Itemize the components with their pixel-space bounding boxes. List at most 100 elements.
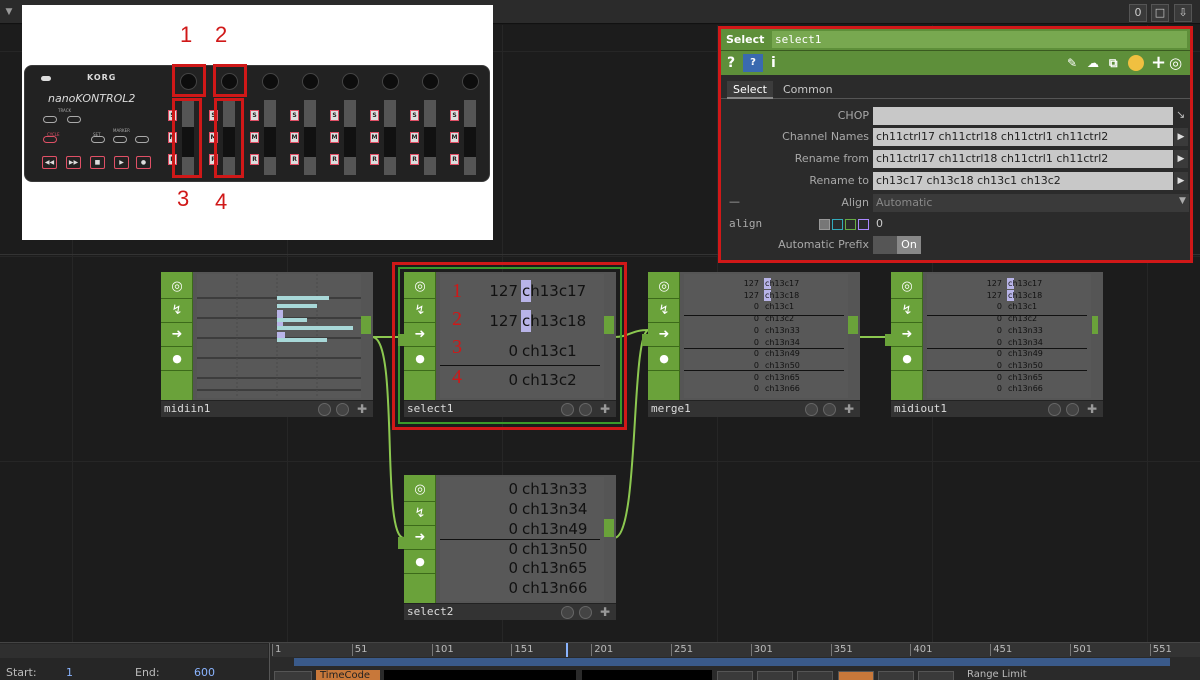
channel-value: 0: [996, 337, 1002, 347]
bypass-flag-icon[interactable]: ➜: [898, 326, 916, 344]
expand-node-icon[interactable]: ✚: [844, 402, 854, 416]
channel-row: 127 ch13c18: [440, 310, 600, 332]
channel-row: 0 ch13n49: [684, 348, 844, 359]
lock-flag-icon[interactable]: ●: [655, 350, 673, 368]
frame-field[interactable]: [582, 670, 712, 680]
channel-value: 0: [753, 302, 759, 312]
bypass-toggle-icon[interactable]: [579, 606, 592, 619]
lock-flag-icon[interactable]: ●: [168, 350, 186, 368]
timeline-ruler[interactable]: 151101151201251301351401451501551600: [272, 643, 1200, 657]
expand-node-icon[interactable]: ✚: [357, 402, 367, 416]
channel-value: 127: [986, 279, 1002, 288]
flag-separator: [648, 370, 680, 371]
output-connector[interactable]: [604, 316, 614, 334]
channel-name: ch13n33: [765, 325, 800, 335]
cook-flag-icon[interactable]: ↯: [411, 505, 429, 523]
channel-value: 0: [753, 372, 759, 382]
channel-row: 0 ch13c2: [684, 313, 844, 324]
cook-flag-icon[interactable]: ↯: [898, 302, 916, 320]
display-flag-icon[interactable]: ◎: [411, 278, 429, 296]
cook-flag-icon[interactable]: ↯: [411, 302, 429, 320]
merge1-viewer: 127 ch13c17 127 ch13c18 0 ch13c1 0 ch13c2 0 ch13n…: [684, 274, 848, 398]
channel-value: 0: [753, 349, 759, 359]
channel-name: ch13n50: [765, 360, 800, 370]
display-flag-icon[interactable]: ◎: [655, 278, 673, 296]
viewer-toggle-icon[interactable]: [1048, 403, 1061, 416]
bypass-toggle-icon[interactable]: [823, 403, 836, 416]
channel-value: 0: [996, 314, 1002, 324]
control-button[interactable]: [757, 671, 793, 680]
end-value[interactable]: 600: [194, 666, 215, 679]
bypass-toggle-icon[interactable]: [336, 403, 349, 416]
input-connector[interactable]: [642, 334, 648, 346]
node-select2[interactable]: ◎ ↯ ➜ ● 0 ch13n33 0 ch13n34 0 ch13n49 0 ch13n50 0 ch…: [398, 475, 616, 620]
bypass-flag-icon[interactable]: ➜: [168, 326, 186, 344]
bypass-toggle-icon[interactable]: [1066, 403, 1079, 416]
channel-value: 0: [508, 371, 518, 389]
bypass-flag-icon[interactable]: ➜: [411, 529, 429, 547]
annotation-number: 1: [452, 280, 462, 302]
timecode-button[interactable]: TimeCode: [316, 670, 380, 680]
channel-name: ch13c17: [522, 282, 587, 300]
display-flag-icon[interactable]: ◎: [411, 481, 429, 499]
channel-row: 0 ch13n66: [927, 383, 1087, 394]
annotation-number: 2: [452, 308, 462, 330]
input-connector[interactable]: [398, 334, 404, 346]
channel-row: 0 ch13n49: [440, 520, 600, 540]
channel-name: ch13c18: [765, 290, 800, 300]
channel-value: 0: [508, 559, 518, 577]
channel-row: 0 ch13n65: [440, 559, 600, 579]
lock-flag-icon[interactable]: ●: [411, 553, 429, 571]
node-midiin1[interactable]: ◎ ↯ ➜ ● midiin1 ✚: [161, 272, 373, 417]
channel-name: ch13c2: [765, 314, 795, 324]
timecode-field[interactable]: [384, 670, 576, 680]
lock-flag-icon[interactable]: ●: [411, 350, 429, 368]
viewer-toggle-icon[interactable]: [805, 403, 818, 416]
lock-flag-icon[interactable]: ●: [898, 350, 916, 368]
channel-row: 0 ch13n50: [684, 360, 844, 371]
input-connector[interactable]: [885, 334, 891, 346]
cook-flag-icon[interactable]: ↯: [655, 302, 673, 320]
expand-node-icon[interactable]: ✚: [600, 402, 610, 416]
output-connector[interactable]: [1092, 316, 1098, 334]
bypass-toggle-icon[interactable]: [579, 403, 592, 416]
control-button[interactable]: [878, 671, 914, 680]
display-flag-icon[interactable]: ◎: [168, 278, 186, 296]
output-connector[interactable]: [361, 316, 371, 334]
node-midiout1[interactable]: ◎ ↯ ➜ ● 127 ch13c17 127 ch13c18 0 ch13c1 0 ch13c2 0…: [885, 272, 1103, 417]
flag-separator: [161, 298, 193, 299]
timeline-range-bar[interactable]: [294, 658, 1170, 666]
start-value[interactable]: 1: [66, 666, 73, 679]
node-name-label: midiin1: [164, 402, 211, 415]
expand-node-icon[interactable]: ✚: [1087, 402, 1097, 416]
channel-name: ch13n66: [1008, 384, 1043, 394]
play-toggle-button[interactable]: [838, 671, 874, 680]
ruler-tick: 401: [910, 644, 932, 656]
channel-row: 0 ch13n49: [927, 348, 1087, 359]
ruler-tick: 351: [830, 644, 853, 656]
node-merge1[interactable]: ◎ ↯ ➜ ● 127 ch13c17 127 ch13c18 0 ch13c1 0 ch13c2 0…: [642, 272, 860, 417]
ruler-tick: 101: [431, 644, 454, 656]
control-button[interactable]: [797, 671, 833, 680]
channel-row: 0 ch13c2: [440, 371, 600, 391]
display-flag-icon[interactable]: ◎: [898, 278, 916, 296]
cook-flag-icon[interactable]: ↯: [168, 302, 186, 320]
control-button[interactable]: [918, 671, 954, 680]
viewer-toggle-icon[interactable]: [318, 403, 331, 416]
input-connector[interactable]: [398, 537, 404, 549]
output-connector[interactable]: [604, 519, 614, 537]
channel-row: 0 ch13c1: [684, 301, 844, 312]
channel-row: 0 ch13n65: [684, 372, 844, 383]
viewer-toggle-icon[interactable]: [561, 403, 574, 416]
expand-node-icon[interactable]: ✚: [600, 605, 610, 619]
bypass-flag-icon[interactable]: ➜: [411, 326, 429, 344]
node-select1[interactable]: ◎ ↯ ➜ ● 127 ch13c17 127 ch13c18 0 ch13c1 0 ch13c2 1…: [398, 272, 616, 417]
control-button[interactable]: [274, 671, 312, 680]
annotation-number: 3: [452, 336, 462, 358]
viewer-toggle-icon[interactable]: [561, 606, 574, 619]
control-button[interactable]: [717, 671, 753, 680]
midiin-graph: [197, 274, 361, 398]
output-connector[interactable]: [848, 316, 858, 334]
playhead[interactable]: [566, 643, 568, 657]
bypass-flag-icon[interactable]: ➜: [655, 326, 673, 344]
